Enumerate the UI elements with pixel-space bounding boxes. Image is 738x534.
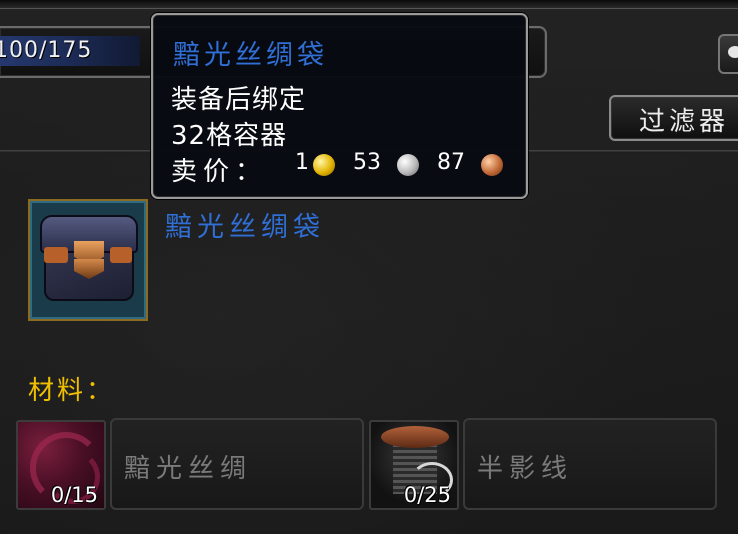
- top-frame: [0, 0, 738, 9]
- reagent-count: 0/25: [403, 483, 451, 507]
- bag-strap-left: [44, 247, 68, 263]
- bag-strap-right: [110, 247, 132, 263]
- tooltip-sell-label: 卖价：: [171, 157, 268, 187]
- tooltip-slots: 32格容器: [171, 121, 288, 151]
- spool-top: [381, 426, 449, 448]
- reagent-slot[interactable]: 半影线: [463, 418, 717, 510]
- thread-spool-icon[interactable]: 0/25: [369, 420, 459, 510]
- tooltip-title: 黯光丝绸袋: [173, 40, 328, 71]
- gold-coin-icon: [313, 154, 335, 176]
- silver-coin-icon: [397, 154, 419, 176]
- item-tooltip: 黯光丝绸袋 装备后绑定 32格容器 卖价： 1 53 87: [151, 13, 528, 199]
- filter-button[interactable]: 过滤器: [609, 95, 738, 141]
- item-name: 黯光丝绸袋: [165, 212, 325, 243]
- skill-value: 100/175: [0, 38, 93, 63]
- reagent-count: 0/15: [50, 483, 98, 507]
- tooltip-binding: 装备后绑定: [171, 85, 307, 115]
- filter-label: 过滤器: [639, 107, 730, 137]
- reagent-name: 半影线: [477, 454, 574, 484]
- sell-copper: 87: [437, 150, 465, 175]
- cloth-icon[interactable]: 0/15: [16, 420, 106, 510]
- sell-gold: 1: [295, 150, 309, 175]
- chat-bubble-icon: [728, 46, 738, 58]
- reagent-name: 黯光丝绸: [124, 454, 253, 484]
- chat-bubble-button[interactable]: [718, 34, 738, 74]
- copper-coin-icon: [481, 154, 503, 176]
- reagent-slot[interactable]: 黯光丝绸: [110, 418, 364, 510]
- sell-silver: 53: [353, 150, 381, 175]
- materials-label: 材料：: [28, 376, 116, 406]
- bag-icon[interactable]: [28, 199, 148, 321]
